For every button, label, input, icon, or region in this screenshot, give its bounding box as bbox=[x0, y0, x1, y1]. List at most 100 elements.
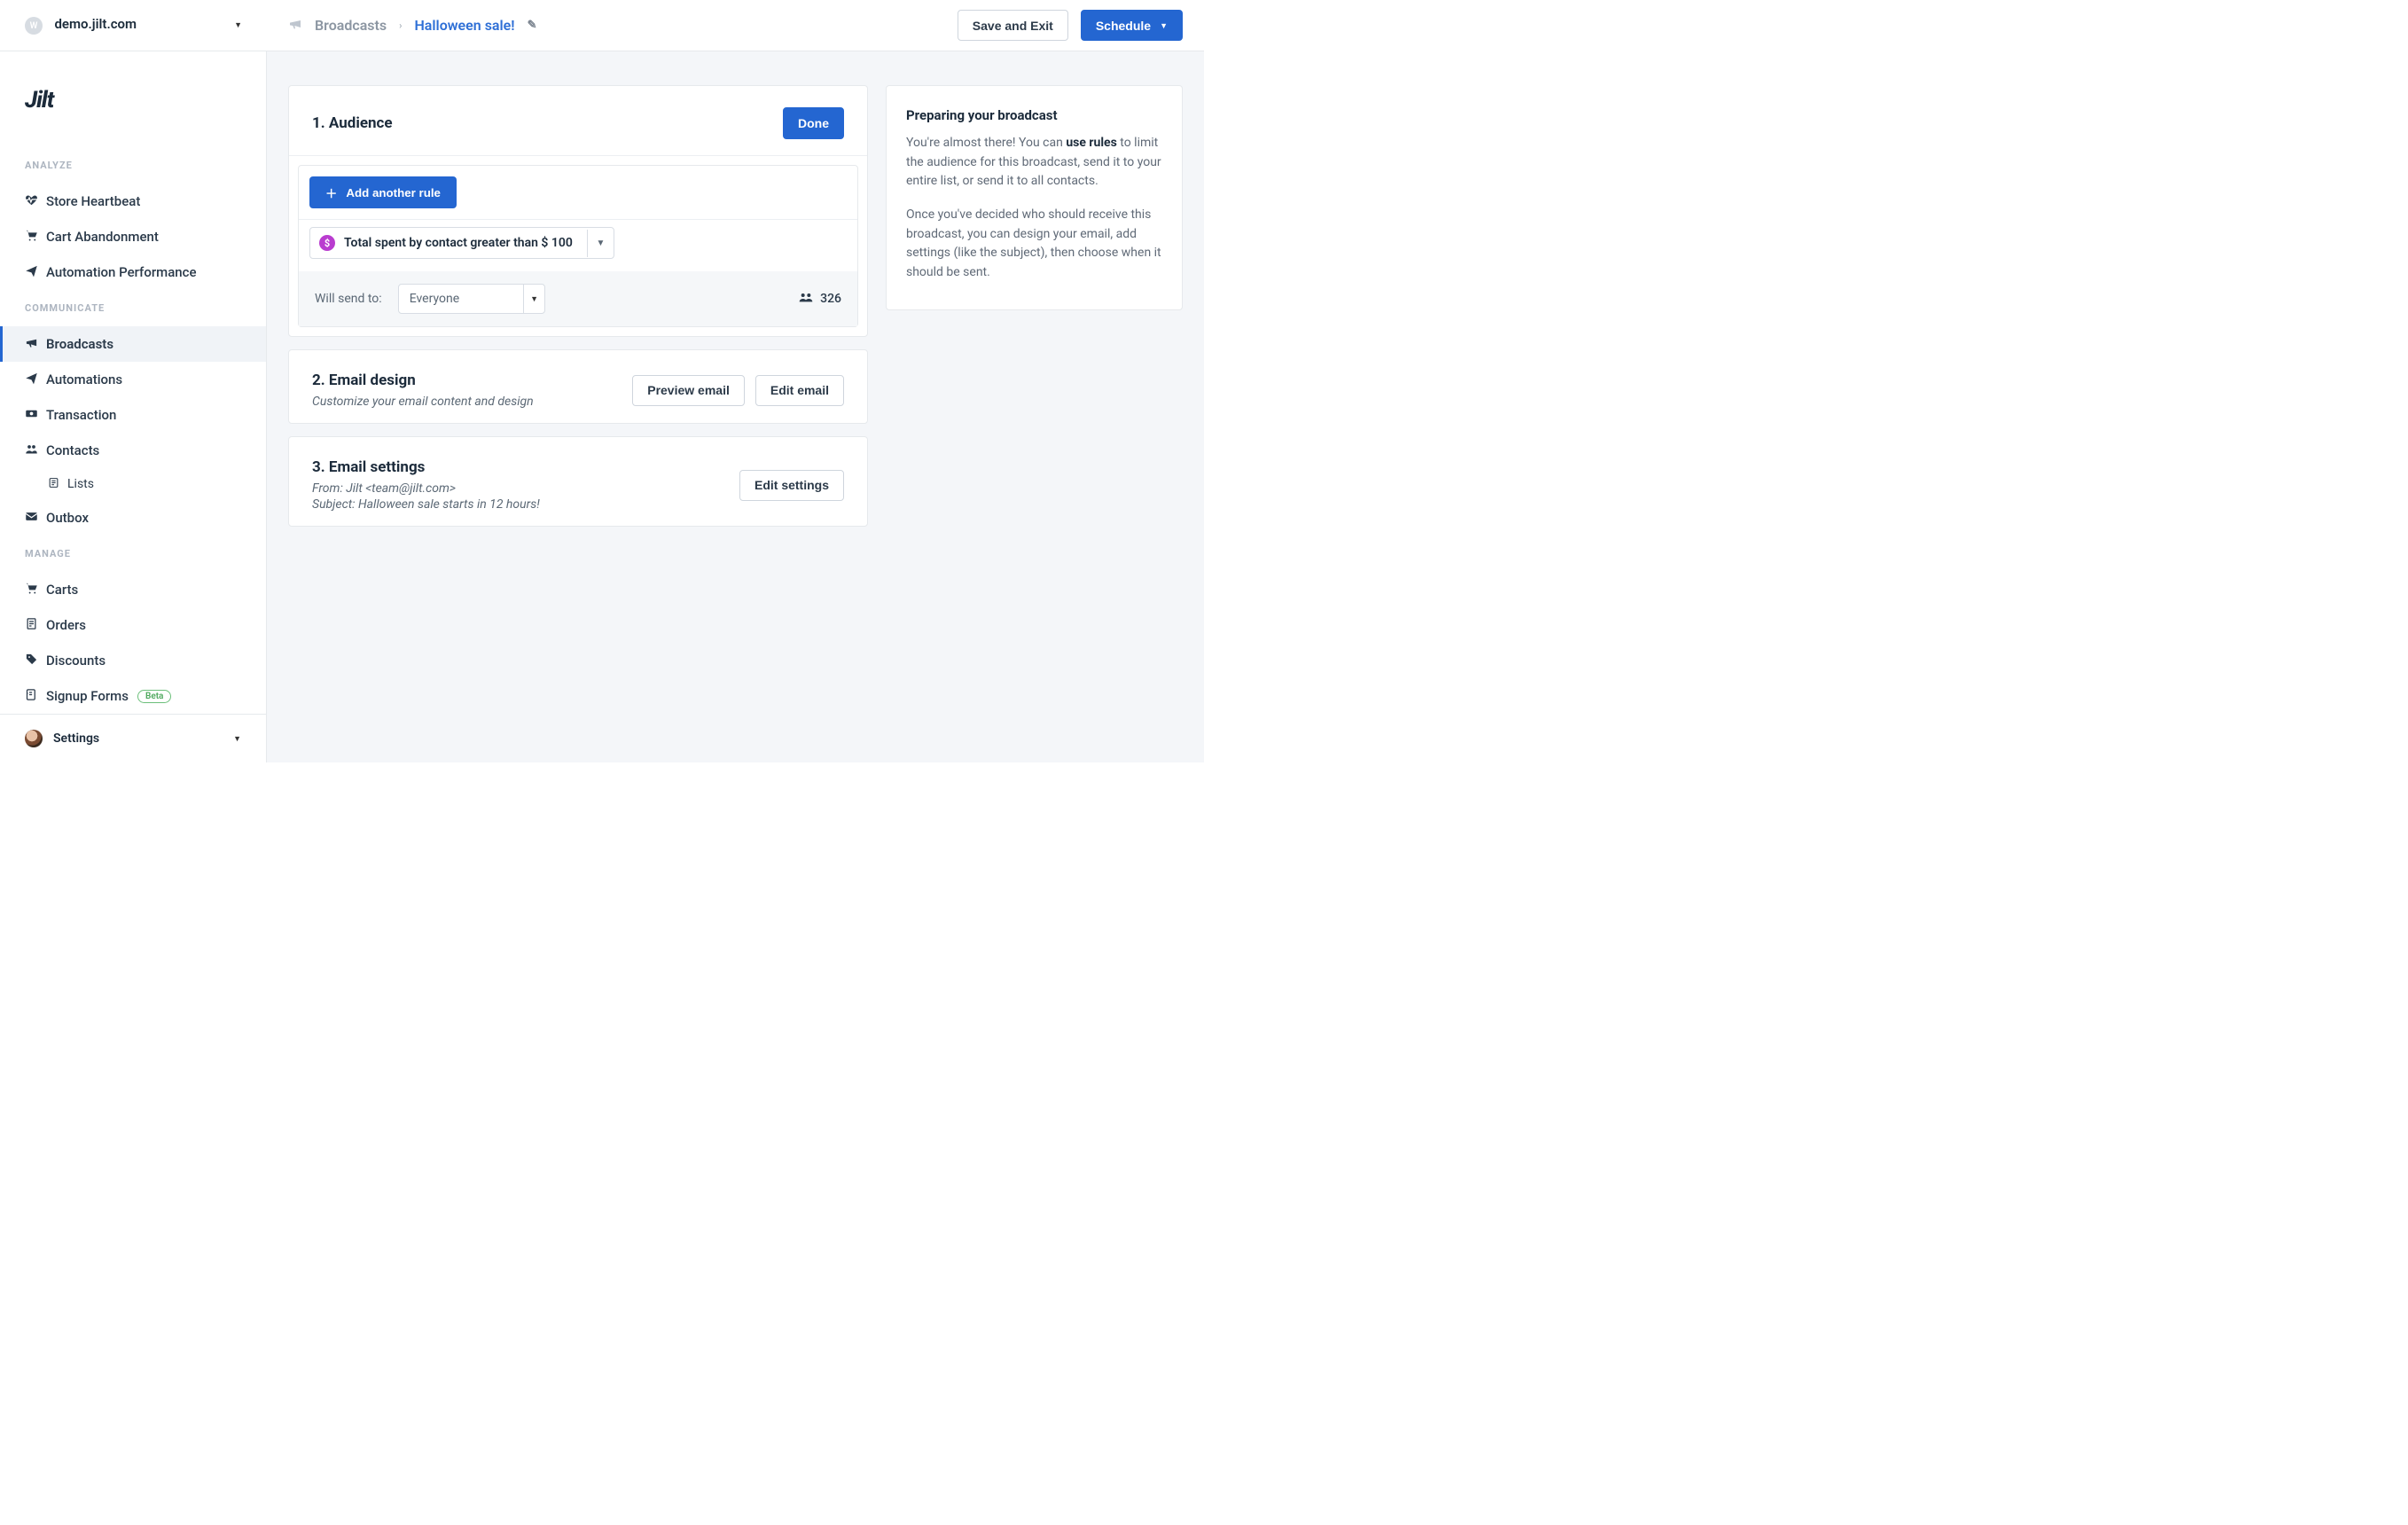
beta-badge: Beta bbox=[137, 690, 171, 703]
sidebar: Jilt ANALYZE Store Heartbeat Cart Abando… bbox=[0, 51, 267, 762]
sidebar-item-discounts[interactable]: Discounts bbox=[0, 643, 266, 678]
cart-icon bbox=[25, 229, 46, 246]
shop-switcher[interactable]: W demo.jilt.com ▼ bbox=[0, 0, 267, 51]
sidebar-item-label: Transaction bbox=[46, 407, 116, 423]
caret-down-icon: ▼ bbox=[1160, 21, 1168, 30]
sidebar-item-cart-abandonment[interactable]: Cart Abandonment bbox=[0, 219, 266, 254]
breadcrumb-current[interactable]: Halloween sale! bbox=[414, 17, 514, 34]
bullhorn-icon bbox=[25, 336, 46, 353]
help-title: Preparing your broadcast bbox=[887, 86, 1182, 134]
layout: Jilt ANALYZE Store Heartbeat Cart Abando… bbox=[0, 51, 1204, 762]
people-icon bbox=[25, 442, 46, 459]
caret-down-icon: ▼ bbox=[233, 734, 241, 744]
rule-type-icon: $ bbox=[319, 235, 335, 251]
preview-email-button[interactable]: Preview email bbox=[632, 375, 745, 406]
chevron-down-icon[interactable]: ▼ bbox=[587, 230, 614, 257]
section-analyze: ANALYZE bbox=[0, 160, 266, 171]
count-number: 326 bbox=[820, 292, 841, 306]
caret-down-icon: ▼ bbox=[523, 285, 544, 313]
sidebar-item-contacts[interactable]: Contacts bbox=[0, 433, 266, 468]
sidebar-item-automations[interactable]: Automations bbox=[0, 362, 266, 397]
logo: Jilt bbox=[0, 87, 266, 113]
add-rule-button[interactable]: ＋ Add another rule bbox=[309, 176, 457, 208]
shop-avatar: W bbox=[25, 17, 43, 35]
email-design-card: 2. Email design Customize your email con… bbox=[288, 349, 868, 424]
email-settings-title: 3. Email settings bbox=[312, 458, 540, 476]
side-column: Preparing your broadcast You're almost t… bbox=[886, 85, 1183, 310]
audience-card: 1. Audience Done ＋ Add another rule bbox=[288, 85, 868, 337]
send-row: Will send to: Everyone ▼ 326 bbox=[299, 271, 857, 326]
form-icon bbox=[25, 688, 46, 705]
audience-title: 1. Audience bbox=[312, 114, 393, 132]
rule-text: Total spent by contact greater than $ 10… bbox=[344, 236, 573, 250]
audience-rules-frame: ＋ Add another rule $ Total spent by cont… bbox=[298, 165, 858, 327]
add-rule-label: Add another rule bbox=[346, 186, 441, 199]
schedule-button[interactable]: Schedule ▼ bbox=[1081, 10, 1183, 41]
email-settings-subject: Subject: Halloween sale starts in 12 hou… bbox=[312, 497, 540, 512]
edit-settings-button[interactable]: Edit settings bbox=[739, 470, 844, 501]
rule-chip[interactable]: $ Total spent by contact greater than $ … bbox=[309, 227, 614, 259]
people-icon bbox=[799, 292, 813, 306]
audience-header: 1. Audience Done bbox=[289, 86, 867, 156]
heartbeat-icon bbox=[25, 193, 46, 210]
sidebar-item-label: Store Heartbeat bbox=[46, 193, 140, 209]
sidebar-item-label: Automation Performance bbox=[46, 264, 197, 280]
email-settings-from: From: Jilt <team@jilt.com> bbox=[312, 481, 540, 496]
sidebar-item-label: Broadcasts bbox=[46, 336, 113, 352]
done-button[interactable]: Done bbox=[783, 107, 844, 139]
email-design-title: 2. Email design bbox=[312, 371, 534, 389]
sidebar-item-outbox[interactable]: Outbox bbox=[0, 500, 266, 536]
sidebar-item-label: Cart Abandonment bbox=[46, 229, 159, 245]
cart-icon bbox=[25, 582, 46, 598]
sidebar-item-label: Outbox bbox=[46, 510, 89, 526]
send-value: Everyone bbox=[399, 285, 523, 313]
audience-rules-top: ＋ Add another rule bbox=[299, 166, 857, 220]
orders-icon bbox=[25, 617, 46, 634]
audience-count: 326 bbox=[799, 292, 841, 306]
list-icon bbox=[48, 477, 67, 492]
caret-down-icon: ▼ bbox=[234, 20, 242, 30]
sidebar-item-label: Lists bbox=[67, 477, 94, 491]
edit-email-button[interactable]: Edit email bbox=[755, 375, 844, 406]
mail-icon bbox=[25, 510, 46, 527]
email-settings-card: 3. Email settings From: Jilt <team@jilt.… bbox=[288, 436, 868, 527]
chevron-right-icon: › bbox=[399, 20, 402, 31]
section-manage: MANAGE bbox=[0, 548, 266, 559]
email-design-header: 2. Email design Customize your email con… bbox=[289, 350, 867, 423]
audience-body: ＋ Add another rule $ Total spent by cont… bbox=[289, 156, 867, 336]
sidebar-footer[interactable]: Settings ▼ bbox=[0, 714, 266, 762]
shop-name: demo.jilt.com bbox=[54, 16, 137, 32]
sidebar-item-label: Automations bbox=[46, 371, 122, 387]
section-communicate: COMMUNICATE bbox=[0, 302, 266, 314]
help-paragraph-2: Once you've decided who should receive t… bbox=[887, 206, 1182, 297]
rule-row: $ Total spent by contact greater than $ … bbox=[299, 220, 857, 271]
plus-icon: ＋ bbox=[325, 184, 337, 201]
broadcast-icon bbox=[288, 17, 302, 35]
sidebar-item-signup-forms[interactable]: Signup Forms Beta bbox=[0, 678, 266, 714]
main-column: 1. Audience Done ＋ Add another rule bbox=[288, 85, 868, 527]
sidebar-item-label: Contacts bbox=[46, 442, 99, 458]
schedule-label: Schedule bbox=[1096, 19, 1151, 33]
email-design-sub: Customize your email content and design bbox=[312, 395, 534, 409]
sidebar-item-carts[interactable]: Carts bbox=[0, 572, 266, 607]
breadcrumb-root[interactable]: Broadcasts bbox=[315, 17, 387, 34]
breadcrumb: Broadcasts › Halloween sale! bbox=[288, 17, 536, 35]
help-paragraph-1: You're almost there! You can use rules t… bbox=[887, 134, 1182, 206]
sidebar-item-label: Orders bbox=[46, 617, 86, 633]
send-label: Will send to: bbox=[315, 292, 382, 306]
sidebar-item-transaction[interactable]: Transaction bbox=[0, 397, 266, 433]
sidebar-item-orders[interactable]: Orders bbox=[0, 607, 266, 643]
sidebar-item-automation-performance[interactable]: Automation Performance bbox=[0, 254, 266, 290]
topbar-right: Broadcasts › Halloween sale! Save and Ex… bbox=[267, 10, 1204, 41]
sidebar-item-lists[interactable]: Lists bbox=[0, 468, 266, 500]
sidebar-item-label: Discounts bbox=[46, 653, 106, 669]
save-exit-button[interactable]: Save and Exit bbox=[958, 10, 1068, 41]
send-icon bbox=[25, 371, 46, 388]
send-select[interactable]: Everyone ▼ bbox=[398, 284, 545, 314]
pencil-icon[interactable] bbox=[528, 19, 537, 32]
tag-icon bbox=[25, 653, 46, 669]
topbar: W demo.jilt.com ▼ Broadcasts › Halloween… bbox=[0, 0, 1204, 51]
sidebar-item-broadcasts[interactable]: Broadcasts bbox=[0, 326, 266, 362]
sidebar-item-store-heartbeat[interactable]: Store Heartbeat bbox=[0, 184, 266, 219]
topbar-actions: Save and Exit Schedule ▼ bbox=[958, 10, 1183, 41]
